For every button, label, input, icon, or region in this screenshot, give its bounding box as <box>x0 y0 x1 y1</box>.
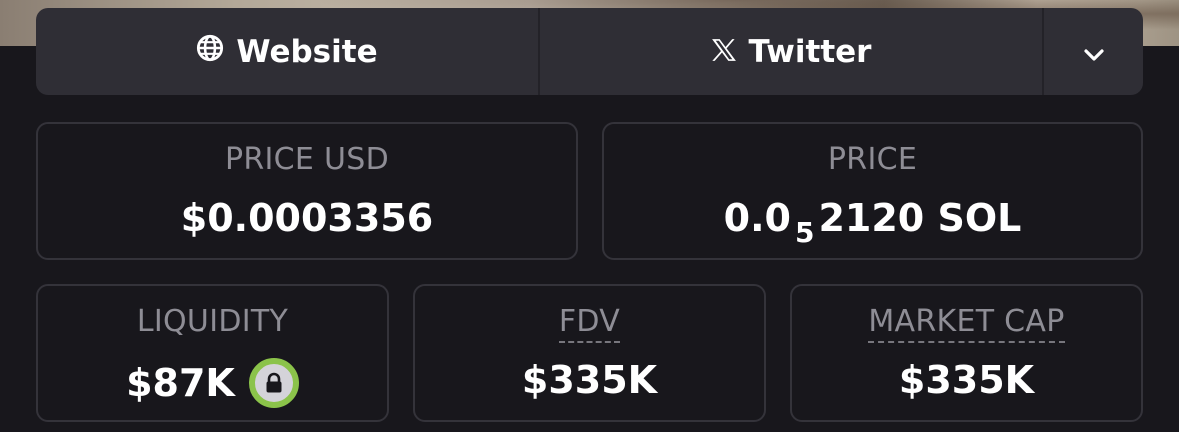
website-button[interactable]: Website <box>36 8 540 95</box>
lock-icon[interactable] <box>248 358 299 408</box>
price-card: PRICE 0.0 5 2120 SOL <box>602 122 1143 260</box>
liquidity-card: LIQUIDITY $87K <box>36 284 389 422</box>
price-value-suffix: 2120 SOL <box>818 196 1022 240</box>
price-value: 0.0 5 2120 SOL <box>604 196 1141 249</box>
twitter-label: Twitter <box>748 33 872 70</box>
liquidity-amount: $87K <box>126 361 235 405</box>
market-cap-label[interactable]: MARKET CAP <box>792 304 1141 343</box>
fdv-label[interactable]: FDV <box>415 304 764 343</box>
price-usd-value: $0.0003356 <box>38 196 576 240</box>
x-logo-icon <box>711 34 737 70</box>
price-value-prefix: 0.0 <box>723 196 791 240</box>
price-label: PRICE <box>827 142 918 177</box>
website-label: Website <box>236 33 378 70</box>
price-value-zero-count: 5 <box>794 215 815 249</box>
fdv-value: $335K <box>415 358 764 402</box>
market-cap-label-text: MARKET CAP <box>868 304 1065 343</box>
fdv-amount: $335K <box>521 358 658 402</box>
market-cap-amount: $335K <box>898 358 1035 402</box>
chevron-down-icon <box>1083 34 1105 70</box>
fdv-card: FDV $335K <box>413 284 766 422</box>
fdv-label-text: FDV <box>558 304 621 343</box>
price-usd-label: PRICE USD <box>224 142 390 177</box>
liquidity-value: $87K <box>38 358 387 408</box>
liquidity-label: LIQUIDITY <box>136 304 289 339</box>
links-bar: Website Twitter <box>36 8 1143 95</box>
price-usd-card: PRICE USD $0.0003356 <box>36 122 578 260</box>
globe-icon <box>196 34 224 70</box>
market-cap-value: $335K <box>792 358 1141 402</box>
more-links-button[interactable] <box>1044 8 1143 95</box>
market-cap-card: MARKET CAP $335K <box>790 284 1143 422</box>
price-usd-amount: $0.0003356 <box>180 196 434 240</box>
twitter-button[interactable]: Twitter <box>540 8 1044 95</box>
